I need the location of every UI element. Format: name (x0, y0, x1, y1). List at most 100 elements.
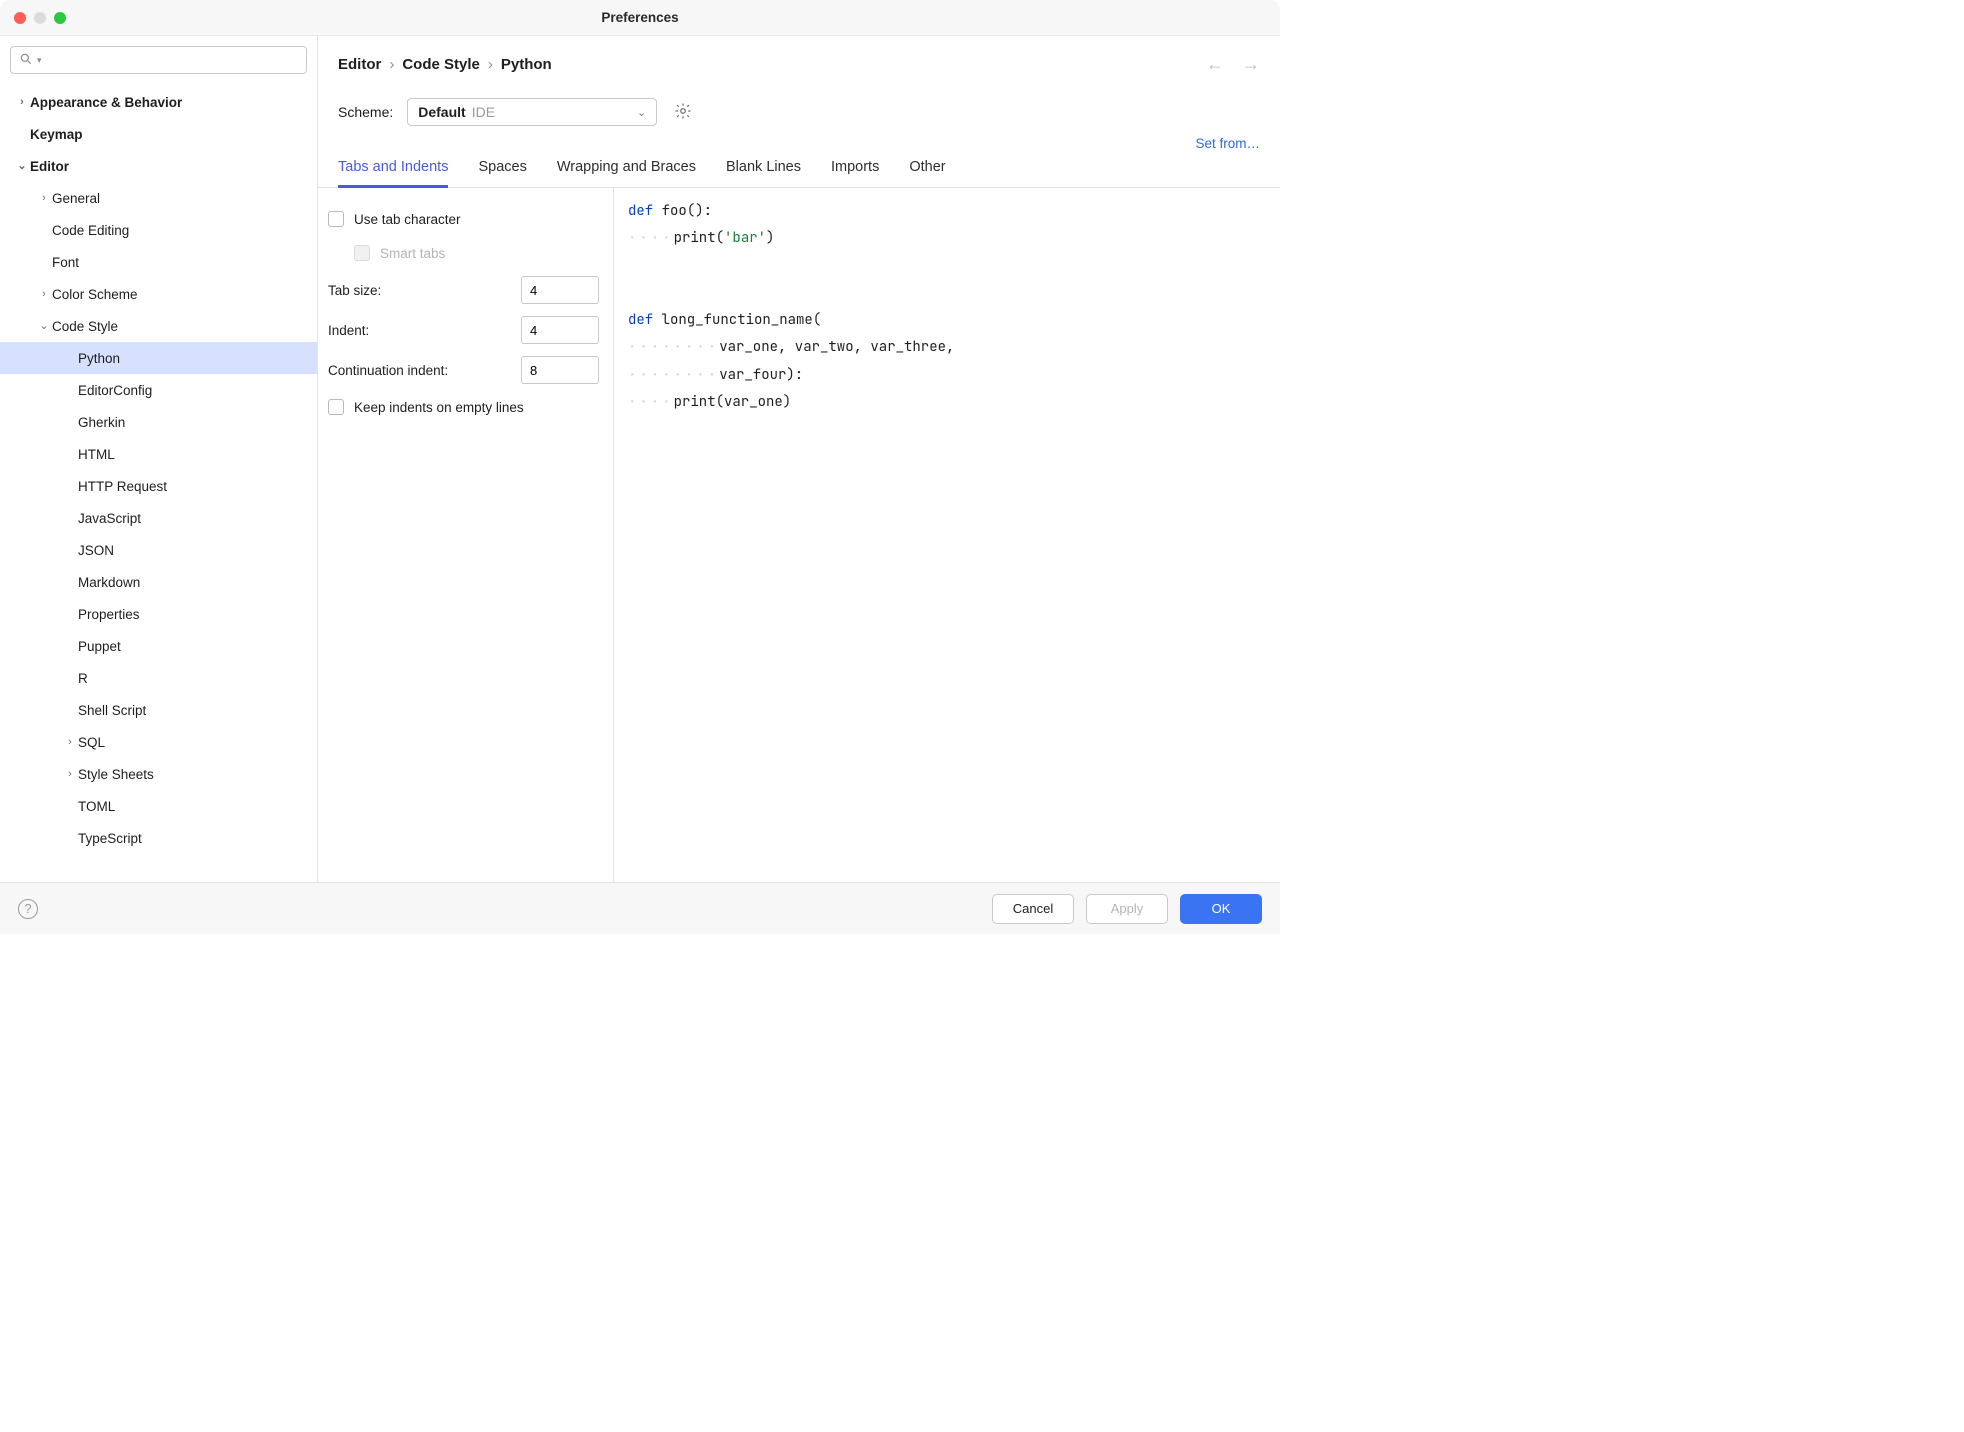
breadcrumb-editor[interactable]: Editor (338, 56, 381, 73)
sidebar-item-label: Code Style (52, 319, 118, 334)
indent-label: Indent: (328, 323, 521, 338)
sidebar-item-toml[interactable]: TOML (0, 790, 317, 822)
sidebar-item-color-scheme[interactable]: ›Color Scheme (0, 278, 317, 310)
sidebar-item-editor[interactable]: ⌄Editor (0, 150, 317, 182)
sidebar-item-json[interactable]: JSON (0, 534, 317, 566)
help-button[interactable]: ? (18, 899, 38, 919)
sidebar-item-appearance-behavior[interactable]: ›Appearance & Behavior (0, 86, 317, 118)
keep-indents-checkbox[interactable] (328, 399, 344, 415)
sidebar-item-code-style[interactable]: ⌄Code Style (0, 310, 317, 342)
tab-imports[interactable]: Imports (831, 159, 879, 187)
sidebar-item-font[interactable]: Font (0, 246, 317, 278)
sidebar: ▾ ›Appearance & BehaviorKeymap⌄Editor›Ge… (0, 36, 318, 882)
sidebar-item-gherkin[interactable]: Gherkin (0, 406, 317, 438)
chevron-right-icon: › (36, 193, 52, 204)
continuation-indent-input[interactable] (521, 356, 599, 384)
sidebar-item-label: Gherkin (78, 415, 125, 430)
sidebar-item-label: Font (52, 255, 79, 270)
sidebar-item-style-sheets[interactable]: ›Style Sheets (0, 758, 317, 790)
sidebar-item-label: Markdown (78, 575, 140, 590)
scheme-select[interactable]: Default IDE ⌄ (407, 98, 657, 126)
search-input[interactable] (48, 53, 298, 68)
sidebar-item-http-request[interactable]: HTTP Request (0, 470, 317, 502)
window-zoom-icon[interactable] (54, 12, 66, 24)
sidebar-item-label: General (52, 191, 100, 206)
cancel-button[interactable]: Cancel (992, 894, 1074, 924)
use-tab-checkbox[interactable] (328, 211, 344, 227)
gear-icon (674, 102, 692, 123)
chevron-down-icon: ⌄ (36, 321, 52, 332)
sidebar-item-label: Python (78, 351, 120, 366)
sidebar-item-label: Style Sheets (78, 767, 154, 782)
sidebar-item-label: R (78, 671, 88, 686)
sidebar-item-markdown[interactable]: Markdown (0, 566, 317, 598)
sidebar-item-javascript[interactable]: JavaScript (0, 502, 317, 534)
ok-button[interactable]: OK (1180, 894, 1262, 924)
sidebar-item-puppet[interactable]: Puppet (0, 630, 317, 662)
use-tab-label: Use tab character (354, 212, 599, 227)
sidebar-item-html[interactable]: HTML (0, 438, 317, 470)
window-title: Preferences (0, 10, 1280, 25)
chevron-right-icon: › (36, 289, 52, 300)
dropdown-indicator-icon: ▾ (37, 55, 42, 66)
window-close-icon[interactable] (14, 12, 26, 24)
sidebar-item-label: Properties (78, 607, 140, 622)
smart-tabs-checkbox (354, 245, 370, 261)
sidebar-item-label: Appearance & Behavior (30, 95, 182, 110)
sidebar-item-label: Puppet (78, 639, 121, 654)
tab-size-input[interactable] (521, 276, 599, 304)
smart-tabs-label: Smart tabs (380, 246, 599, 261)
sidebar-item-label: Keymap (30, 127, 83, 142)
sidebar-item-label: HTTP Request (78, 479, 167, 494)
chevron-down-icon: ⌄ (14, 161, 30, 172)
sidebar-item-label: JavaScript (78, 511, 141, 526)
set-from-link[interactable]: Set from… (1195, 136, 1260, 151)
sidebar-item-properties[interactable]: Properties (0, 598, 317, 630)
keep-indents-label: Keep indents on empty lines (354, 400, 599, 415)
indent-input[interactable] (521, 316, 599, 344)
chevron-right-icon: › (389, 56, 394, 73)
sidebar-item-shell-script[interactable]: Shell Script (0, 694, 317, 726)
chevron-right-icon: › (62, 737, 78, 748)
scheme-settings-button[interactable] (671, 100, 695, 124)
breadcrumb-python: Python (501, 56, 552, 73)
sidebar-search[interactable]: ▾ (10, 46, 307, 74)
sidebar-item-label: EditorConfig (78, 383, 152, 398)
breadcrumb-codestyle[interactable]: Code Style (402, 56, 480, 73)
sidebar-item-label: TOML (78, 799, 115, 814)
sidebar-item-label: Shell Script (78, 703, 146, 718)
apply-button: Apply (1086, 894, 1168, 924)
sidebar-item-sql[interactable]: ›SQL (0, 726, 317, 758)
sidebar-item-keymap[interactable]: Keymap (0, 118, 317, 150)
window-minimize-icon (34, 12, 46, 24)
sidebar-item-typescript[interactable]: TypeScript (0, 822, 317, 854)
chevron-right-icon: › (14, 97, 30, 108)
tab-other[interactable]: Other (909, 159, 945, 187)
sidebar-item-editorconfig[interactable]: EditorConfig (0, 374, 317, 406)
sidebar-item-code-editing[interactable]: Code Editing (0, 214, 317, 246)
tab-tabs-and-indents[interactable]: Tabs and Indents (338, 159, 448, 188)
sidebar-item-general[interactable]: ›General (0, 182, 317, 214)
chevron-down-icon: ⌄ (637, 106, 646, 119)
sidebar-item-label: JSON (78, 543, 114, 558)
sidebar-item-r[interactable]: R (0, 662, 317, 694)
scheme-label: Scheme: (338, 104, 393, 120)
tab-spaces[interactable]: Spaces (478, 159, 526, 187)
continuation-indent-label: Continuation indent: (328, 363, 521, 378)
sidebar-item-label: Color Scheme (52, 287, 138, 302)
search-icon (19, 52, 33, 69)
sidebar-item-label: Editor (30, 159, 69, 174)
scheme-value: Default (418, 104, 465, 120)
chevron-right-icon: › (488, 56, 493, 73)
sidebar-item-label: HTML (78, 447, 115, 462)
back-icon[interactable]: ← (1206, 54, 1224, 75)
forward-icon[interactable]: → (1242, 54, 1260, 75)
sidebar-item-label: TypeScript (78, 831, 142, 846)
tab-wrapping-and-braces[interactable]: Wrapping and Braces (557, 159, 696, 187)
tabs-indents-form: Use tab character Smart tabs Tab size: I… (318, 188, 614, 882)
tab-size-label: Tab size: (328, 283, 521, 298)
sidebar-item-python[interactable]: Python (0, 342, 317, 374)
help-icon: ? (24, 901, 31, 916)
sidebar-item-label: SQL (78, 735, 105, 750)
tab-blank-lines[interactable]: Blank Lines (726, 159, 801, 187)
